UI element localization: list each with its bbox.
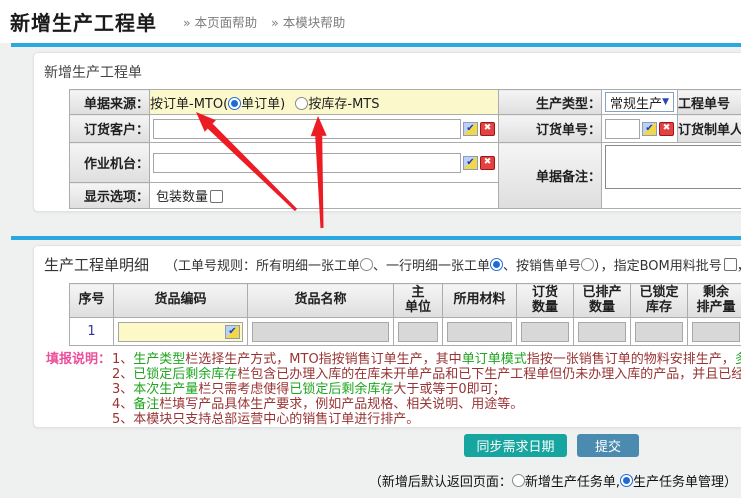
product-name-field [252,322,389,342]
help-link-page[interactable]: » 本页面帮助 [183,12,257,31]
material-field [447,322,512,342]
detail-data-row: 1 ✔ [70,318,741,346]
instruction-line: 1、生产类型栏选择生产方式，MTO指按销售订单生产，其中单订单模式指按一张销售订… [112,352,741,367]
fill-instructions: 填报说明： 1、生产类型栏选择生产方式，MTO指按销售订单生产，其中单订单模式指… [46,352,741,427]
prod-type-select[interactable]: 常规生产 ▼ [605,92,674,112]
instruction-line: 2、已锁定后剩余库存栏包含已办理入库的在库未开单产品和已下生产工程单但仍未办理入… [112,367,741,382]
prod-type-value: 常规生产 [610,93,662,112]
radio-one-order-all[interactable] [360,258,373,271]
rule-text: 、一行明细一张工单 [373,255,490,274]
order-no-input[interactable] [605,119,640,139]
package-qty-label: 包装数量 [156,190,208,205]
top-header: 新增生产工程单 » 本页面帮助 » 本模块帮助 [0,0,741,43]
locked-stock-field [635,322,683,342]
rule-text: 、按销售单号 [503,255,581,274]
instruction-line: 5、本模块只支持总部运营中心的销售订单进行排产。 [112,412,741,427]
prod-type-label: 生产类型： [499,90,602,115]
col-header-scheduled-qty: 已排产 数量 [574,284,631,318]
work-order-rule: （工单号规则：所有明细一张工单、一行明细一张工单、按销售单号 ），指定BOM用料批… [165,255,741,274]
machine-input[interactable] [153,153,461,173]
radio-return-task-mgmt[interactable] [620,474,633,487]
col-header-index: 序号 [70,284,114,318]
lookup-icon[interactable]: ✔ [463,122,478,136]
clear-icon[interactable]: ✖ [659,122,674,136]
accent-divider [11,236,741,240]
col-header-product-name: 货品名称 [248,284,394,318]
detail-panel: 生产工程单明细 （工单号规则：所有明细一张工单、一行明细一张工单、按销售单号 ），… [33,245,741,428]
instruction-line: 3、本次生产量栏只需考虑使得已锁定后剩余库存大于或等于0即可； [112,382,741,397]
main-unit-field [398,322,438,342]
detail-header-row: 序号 货品编码 货品名称 主 单位 所用材料 订货 数量 已排产 数量 已锁定 … [70,284,741,318]
clear-icon[interactable]: ✖ [480,122,495,136]
sync-demand-date-button[interactable]: 同步需求日期 [464,434,567,457]
order-qty-field [521,322,569,342]
detail-table: 序号 货品编码 货品名称 主 单位 所用材料 订货 数量 已排产 数量 已锁定 … [69,283,741,346]
lookup-icon[interactable]: ✔ [225,325,240,339]
col-header-main-unit: 主 单位 [394,284,443,318]
order-no-label: 订货单号： [499,115,602,143]
return-option2: 生产任务单管理 [633,471,724,490]
machine-label: 作业机台： [70,143,150,183]
instructions-label: 填报说明： [46,352,112,427]
order-maker-label: 订货制单人 [678,115,741,143]
order-form-table: 单据来源： 按订单-MTO(单订单) 按库存-MTS 生产类型： 常规生产 ▼ … [69,89,741,209]
work-order-no-label: 工程单号 [678,90,741,115]
return-prefix: （新增后默认返回页面： [369,471,512,490]
row-index: 1 [70,318,114,346]
return-page-options: （新增后默认返回页面： 新增生产任务单, 生产任务单管理） [369,471,737,490]
col-header-product-code: 货品编码 [114,284,248,318]
return-suffix: ） [724,471,737,490]
form-section-title: 新增生产工程单 [44,62,741,82]
help-link-module[interactable]: » 本模块帮助 [271,12,345,31]
source-options-cell: 按订单-MTO( 单订单) 按库存-MTS [150,90,499,115]
remark-label: 单据备注： [499,143,602,209]
customer-input[interactable] [153,119,461,139]
package-qty-checkbox[interactable] [210,190,223,203]
product-code-input[interactable]: ✔ [118,322,243,342]
remaining-qty-field [692,322,740,342]
radio-one-order-per-line[interactable] [490,258,503,271]
accent-divider [11,43,741,47]
rule-text: ，按 [737,255,741,274]
col-header-locked-stock: 已锁定 库存 [631,284,688,318]
col-header-material: 所用材料 [443,284,517,318]
col-header-remaining-qty: 剩余 排产量 [688,284,741,318]
bom-batch-checkbox[interactable] [724,258,737,271]
remark-textarea[interactable] [605,145,741,189]
page-title: 新增生产工程单 [10,7,157,36]
display-options-label: 显示选项： [70,183,150,209]
order-form-panel: 新增生产工程单 单据来源： 按订单-MTO( 单订单) 按库存-MTS 生产类型：… [33,52,741,212]
rule-text: ），指定BOM用料批号 [594,255,722,274]
col-header-order-qty: 订货 数量 [517,284,574,318]
source-option-single-text: 单订单) [241,97,285,112]
chevron-down-icon: ▼ [662,97,669,107]
detail-section-title: 生产工程单明细 [44,254,149,275]
rule-text: （工单号规则：所有明细一张工单 [165,255,360,274]
source-option-mto-text: 按订单-MTO( [150,97,228,112]
radio-return-new-task[interactable] [512,474,525,487]
instruction-line: 4、备注栏填写产品具体生产要求，例如产品规格、相关说明、用途等。 [112,397,741,412]
scheduled-qty-field [578,322,626,342]
radio-single-order[interactable] [228,97,241,110]
radio-mts[interactable] [295,97,308,110]
radio-by-sales-no[interactable] [581,258,594,271]
clear-icon[interactable]: ✖ [480,156,495,170]
customer-label: 订货客户： [70,115,150,143]
source-label: 单据来源： [70,90,150,115]
return-option1: 新增生产任务单, [525,471,620,490]
source-option-mts-text: 按库存-MTS [308,97,379,112]
submit-button[interactable]: 提交 [577,434,639,457]
lookup-icon[interactable]: ✔ [642,122,657,136]
lookup-icon[interactable]: ✔ [463,156,478,170]
